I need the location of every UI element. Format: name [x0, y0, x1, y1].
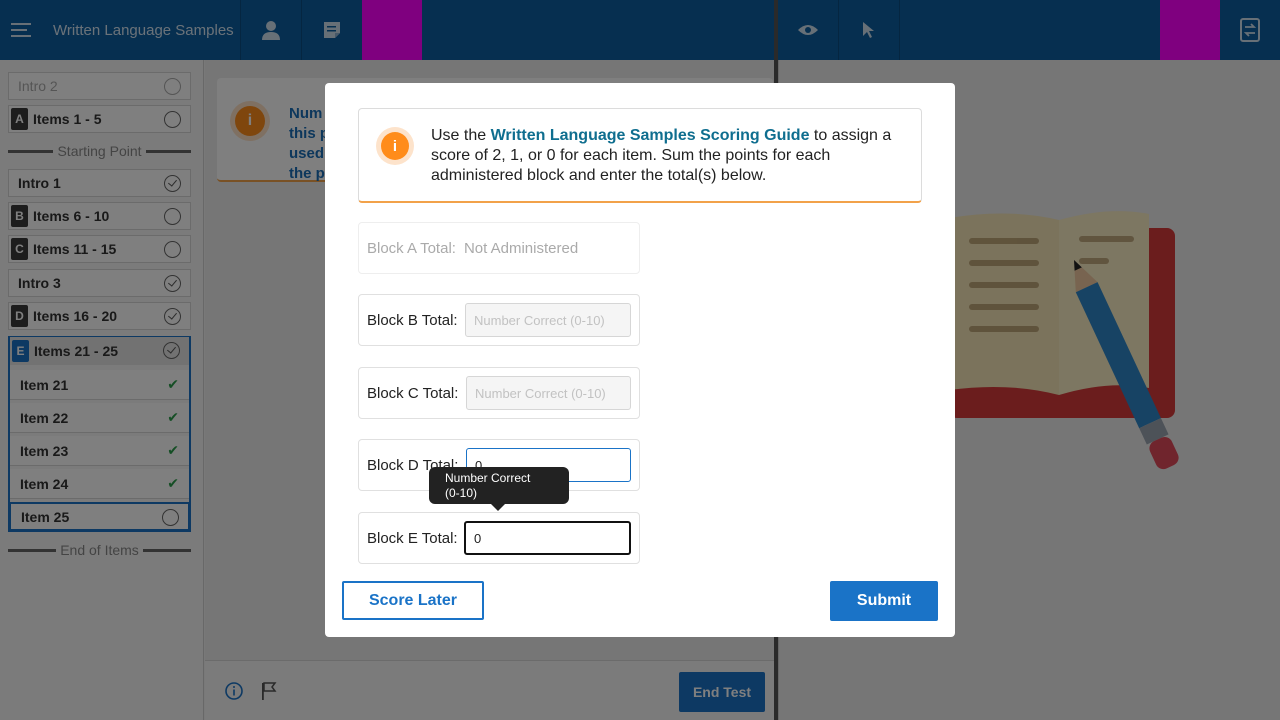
submit-button[interactable]: Submit	[830, 581, 938, 621]
block-a-value: Not Administered	[463, 239, 579, 257]
scoring-dialog: i Use the Written Language Samples Scori…	[325, 83, 955, 637]
block-b-row: Block B Total: Number Correct (0-10)	[358, 294, 640, 346]
block-e-label: Block E Total:	[367, 529, 458, 547]
instructions-text: Use the Written Language Samples Scoring…	[431, 127, 892, 184]
block-b-label: Block B Total:	[367, 311, 458, 329]
block-c-input[interactable]: Number Correct (0-10)	[466, 376, 631, 410]
scoring-guide-link[interactable]: Written Language Samples Scoring Guide	[491, 127, 810, 144]
info-icon: i	[381, 132, 409, 160]
scoring-instructions: i Use the Written Language Samples Scori…	[358, 108, 922, 203]
input-tooltip: Number Correct (0-10)	[429, 467, 569, 511]
block-e-row: Block E Total: 0	[358, 512, 640, 564]
block-c-row: Block C Total: Number Correct (0-10)	[358, 367, 640, 419]
block-e-input[interactable]: 0	[464, 521, 631, 555]
block-a-label: Block A Total:	[367, 239, 456, 257]
block-c-label: Block C Total:	[367, 384, 459, 402]
block-a-row: Block A Total: Not Administered	[358, 222, 640, 274]
score-later-button[interactable]: Score Later	[342, 581, 484, 620]
block-b-input[interactable]: Number Correct (0-10)	[465, 303, 631, 337]
